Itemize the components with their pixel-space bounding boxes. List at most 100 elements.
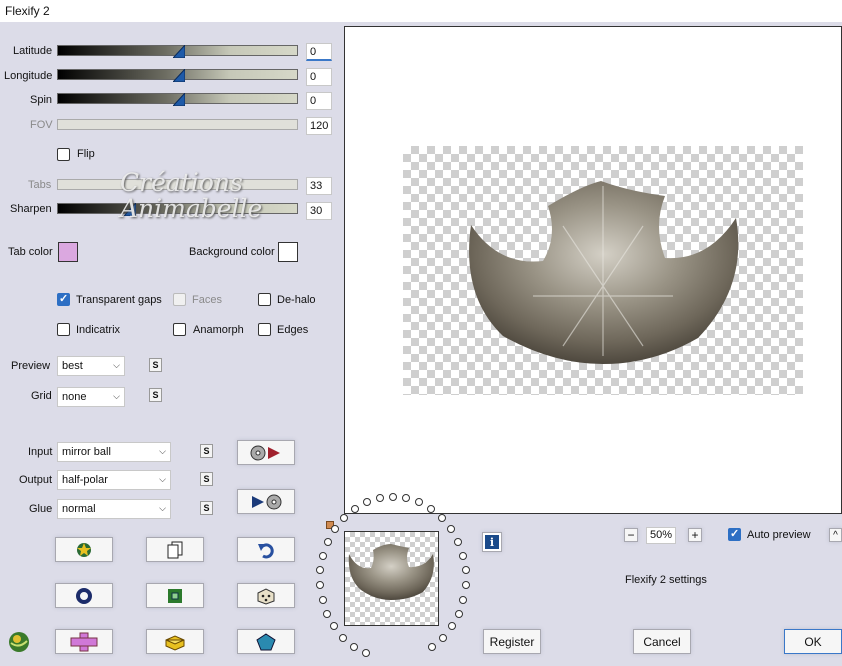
faces-checkbox — [173, 293, 186, 306]
watermark-line2: Animabelle — [120, 194, 263, 223]
spin-field[interactable]: 0 — [306, 92, 332, 110]
randomize-button[interactable] — [55, 537, 113, 562]
zoom-out-button[interactable]: − — [624, 528, 638, 542]
preview-s-button[interactable]: S — [149, 358, 162, 372]
output-preview-button[interactable] — [237, 489, 295, 514]
add-button[interactable] — [55, 629, 113, 654]
latitude-field[interactable]: 0 — [306, 43, 332, 61]
watermark: Créations Animabelle — [120, 170, 262, 222]
trackball-dot — [454, 537, 463, 546]
input-select-value: mirror ball — [62, 446, 111, 458]
collapse-button[interactable]: ^ — [829, 528, 842, 542]
longitude-slider[interactable] — [57, 69, 298, 82]
play-disc-icon — [252, 494, 282, 509]
chip-button[interactable] — [146, 583, 204, 608]
chevron-down-icon: ⌵ — [159, 474, 166, 484]
trackball-dot — [318, 551, 327, 560]
chip-icon — [168, 588, 182, 603]
indicatrix-checkbox[interactable] — [57, 323, 70, 336]
grid-s-button[interactable]: S — [149, 388, 162, 402]
transparent-gaps-checkbox[interactable] — [57, 292, 70, 306]
gem-button[interactable] — [237, 629, 295, 654]
trackball-dot — [339, 514, 348, 523]
navigator-thumbnail[interactable] — [344, 531, 439, 626]
background-color-swatch[interactable] — [278, 242, 298, 262]
transparency-checkerboard — [403, 146, 803, 395]
background-color-label: Background color — [189, 246, 275, 258]
thumbnail-image — [348, 544, 434, 600]
chevron-down-icon: ⌵ — [113, 360, 120, 370]
de-halo-checkbox[interactable] — [258, 293, 271, 306]
input-label: Input — [28, 446, 53, 458]
input-select[interactable]: mirror ball ⌵ — [57, 442, 171, 462]
trackball-dot — [316, 566, 325, 575]
output-select[interactable]: half-polar ⌵ — [57, 470, 171, 490]
trackball-dot — [316, 581, 325, 590]
longitude-field[interactable]: 0 — [306, 68, 332, 86]
tab-color-swatch[interactable] — [58, 242, 78, 262]
preview-image — [469, 181, 739, 364]
ring-button[interactable] — [55, 583, 113, 608]
indicatrix-label: Indicatrix — [76, 324, 121, 336]
glue-s-button[interactable]: S — [200, 501, 213, 515]
trackball-dot — [454, 609, 463, 618]
output-select-value: half-polar — [62, 474, 108, 486]
window-title: Flexify 2 — [5, 4, 50, 18]
info-button[interactable]: i — [482, 532, 502, 552]
ok-button[interactable]: OK — [784, 629, 842, 654]
latitude-label: Latitude — [13, 45, 53, 57]
trackball-dot — [323, 609, 332, 618]
output-s-button[interactable]: S — [200, 472, 213, 486]
undo-button[interactable] — [237, 537, 295, 562]
globe-logo-icon — [9, 632, 29, 652]
flip-checkbox[interactable] — [57, 148, 70, 161]
grid-select[interactable]: none ⌵ — [57, 387, 125, 407]
glue-select-value: normal — [62, 503, 96, 515]
trackball-dot — [461, 581, 470, 590]
trackball-dot — [323, 537, 332, 546]
register-button[interactable]: Register — [483, 629, 541, 654]
fov-slider — [57, 119, 298, 130]
de-halo-label: De-halo — [277, 294, 316, 306]
preview-canvas[interactable] — [344, 26, 842, 514]
longitude-label: Longitude — [4, 70, 53, 82]
fov-label: FOV — [30, 119, 53, 131]
sharpen-label: Sharpen — [10, 203, 52, 215]
auto-preview-checkbox[interactable] — [728, 527, 741, 541]
trackball-dot — [330, 622, 339, 631]
latitude-slider[interactable] — [57, 45, 298, 58]
spin-slider-thumb[interactable] — [172, 93, 185, 106]
plus-icon: + — [691, 528, 699, 542]
input-preview-button[interactable] — [237, 440, 295, 465]
trackball-dot — [350, 642, 359, 651]
plugin-logo — [7, 629, 31, 653]
auto-preview-label: Auto preview — [747, 529, 811, 541]
copy-icon — [167, 541, 183, 558]
cancel-button[interactable]: Cancel — [633, 629, 691, 654]
copy-button[interactable] — [146, 537, 204, 562]
anamorph-checkbox[interactable] — [173, 323, 186, 336]
random-dice-button[interactable] — [237, 583, 295, 608]
trackball-dot — [350, 505, 359, 514]
brick-button[interactable] — [146, 629, 204, 654]
tabs-field[interactable]: 33 — [306, 177, 332, 195]
edges-checkbox[interactable] — [258, 323, 271, 336]
sharpen-field[interactable]: 30 — [306, 202, 332, 220]
glue-label: Glue — [29, 503, 53, 515]
dice-icon — [257, 587, 275, 605]
input-s-button[interactable]: S — [200, 444, 213, 458]
edges-label: Edges — [277, 324, 309, 336]
gem-icon — [256, 632, 276, 650]
trackball-dot — [438, 514, 447, 523]
spin-slider[interactable] — [57, 93, 298, 106]
trackball-dot — [438, 633, 447, 642]
glue-select[interactable]: normal ⌵ — [57, 499, 171, 519]
fov-field[interactable]: 120 — [306, 117, 332, 135]
zoom-in-button[interactable]: + — [688, 528, 702, 542]
preview-select[interactable]: best ⌵ — [57, 356, 125, 376]
latitude-slider-thumb[interactable] — [172, 45, 185, 58]
trackball-dot — [459, 551, 468, 560]
trackball-dot — [427, 642, 436, 651]
trackball-dot — [447, 525, 456, 534]
longitude-slider-thumb[interactable] — [172, 69, 185, 82]
